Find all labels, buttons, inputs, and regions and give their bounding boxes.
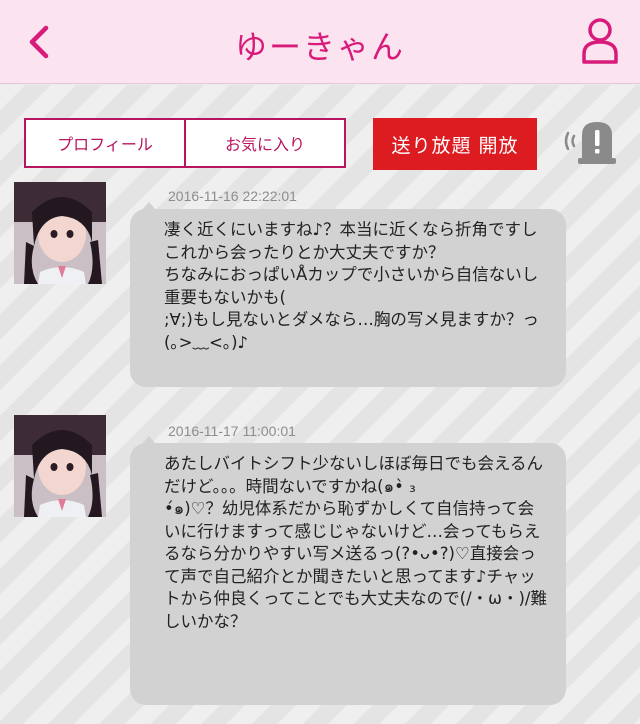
avatar[interactable] bbox=[14, 415, 106, 517]
profile-button[interactable] bbox=[578, 16, 622, 66]
favorite-tab[interactable]: お気に入り bbox=[184, 120, 344, 166]
report-button[interactable] bbox=[562, 119, 620, 165]
unlimited-send-button[interactable]: 送り放題 開放 bbox=[373, 118, 537, 170]
page-title: ゆーきゃん bbox=[234, 28, 405, 66]
avatar-photo-icon bbox=[14, 182, 106, 284]
avatar-photo-icon bbox=[14, 415, 106, 517]
message-timestamp: 2016-11-16 22:22:01 bbox=[168, 188, 297, 204]
profile-favorite-tabs: プロフィール お気に入り bbox=[24, 118, 346, 168]
app-header: ゆーきゃん bbox=[0, 0, 640, 84]
chat-area[interactable]: プロフィール お気に入り 送り放題 開放 2016-11-16 22:22:01… bbox=[0, 85, 640, 724]
alert-siren-icon bbox=[564, 122, 616, 164]
message-timestamp: 2016-11-17 11:00:01 bbox=[168, 423, 296, 439]
profile-tab[interactable]: プロフィール bbox=[26, 120, 184, 166]
avatar[interactable] bbox=[14, 182, 106, 284]
user-icon bbox=[582, 18, 618, 64]
message-bubble[interactable]: あたしバイトシフト少ないしほぼ毎日でも会えるんだけど。。。時間ないですかね(๑•… bbox=[130, 436, 566, 705]
message-bubble[interactable]: 凄く近くにいますね♪？本当に近くなら折角ですしこれから会ったりとか大丈夫ですか？… bbox=[130, 202, 566, 387]
